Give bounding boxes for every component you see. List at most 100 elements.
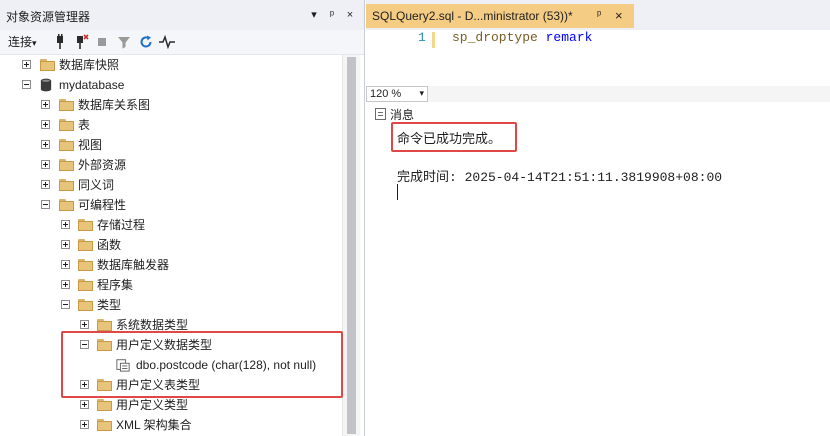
expand-icon[interactable] <box>80 420 89 429</box>
folder-icon <box>40 59 55 71</box>
tree-node[interactable]: 函数 <box>0 235 342 255</box>
tree-node[interactable]: 类型 <box>0 295 342 315</box>
tab-messages[interactable]: 消息 <box>390 106 414 123</box>
object-explorer-title-bar: 对象资源管理器 ▾ ᵖ × <box>0 0 364 31</box>
tab-pin-icon[interactable]: ᵖ <box>597 9 601 21</box>
database-icon <box>40 78 52 92</box>
object-explorer-title: 对象资源管理器 <box>6 10 91 24</box>
folder-icon <box>59 119 74 131</box>
expand-icon[interactable] <box>61 260 70 269</box>
expand-icon[interactable] <box>61 280 70 289</box>
stop-icon[interactable] <box>93 33 111 51</box>
disconnect-icon[interactable] <box>72 33 90 51</box>
text-caret <box>397 184 398 200</box>
tree-node-label: 可编程性 <box>78 198 127 212</box>
folder-icon <box>59 99 74 111</box>
folder-icon <box>97 319 112 331</box>
collapse-icon[interactable] <box>61 300 70 309</box>
tree-node[interactable]: 表 <box>0 115 342 135</box>
completion-time: 完成时间: 2025-04-14T21:51:11.3819908+08:00 <box>397 170 723 185</box>
connect-dropdown-icon[interactable]: ▾ <box>32 38 37 48</box>
tree-node-label: 表 <box>78 118 91 132</box>
folder-icon <box>78 219 93 231</box>
expand-icon[interactable] <box>80 320 89 329</box>
expand-icon[interactable] <box>41 180 50 189</box>
connect-button[interactable]: 连接▾ <box>8 33 37 51</box>
collapse-icon[interactable] <box>22 80 31 89</box>
zoom-bar <box>366 86 830 102</box>
dropdown-arrow-icon[interactable]: ▾ <box>306 6 322 24</box>
tab-title: SQLQuery2.sql - D...ministrator (53))* <box>372 9 573 23</box>
folder-icon <box>97 399 112 411</box>
zoom-dropdown-icon[interactable]: ▾ <box>419 88 424 99</box>
tree-node[interactable]: 数据库快照 <box>0 55 342 75</box>
tree-node-label: 数据库触发器 <box>97 258 170 272</box>
tree-node[interactable]: 视图 <box>0 135 342 155</box>
tree-node-label: 程序集 <box>97 278 134 292</box>
tree-node[interactable]: 存储过程 <box>0 215 342 235</box>
folder-icon <box>59 179 74 191</box>
filter-icon[interactable] <box>115 33 133 51</box>
folder-icon <box>78 259 93 271</box>
pin-icon[interactable]: ᵖ <box>324 6 340 24</box>
connect-plug-icon[interactable] <box>51 33 69 51</box>
document-tab-bar: SQLQuery2.sql - D...ministrator (53))* ᵖ… <box>366 0 830 32</box>
tree-node[interactable]: 外部资源 <box>0 155 342 175</box>
tree-node[interactable]: 数据库触发器 <box>0 255 342 275</box>
tree-node-label: 数据库关系图 <box>78 98 151 112</box>
tree-node[interactable]: 可编程性 <box>0 195 342 215</box>
highlight-box-user-defined-types <box>61 331 343 398</box>
results-tab-strip: 消息 <box>366 104 830 124</box>
tree-node-label: 同义词 <box>78 178 115 192</box>
tree-node-label: 数据库快照 <box>59 58 120 72</box>
tree-node-label: 视图 <box>78 138 103 152</box>
messages-icon <box>375 108 386 120</box>
object-explorer-toolbar: 连接▾ <box>0 30 364 55</box>
tree-node[interactable]: 数据库关系图 <box>0 95 342 115</box>
expand-icon[interactable] <box>61 240 70 249</box>
changed-line-marker <box>432 32 435 48</box>
folder-icon <box>78 239 93 251</box>
expand-icon[interactable] <box>22 60 31 69</box>
refresh-icon[interactable] <box>137 33 155 51</box>
tab-close-icon[interactable]: × <box>615 8 623 23</box>
close-icon[interactable]: × <box>342 6 358 24</box>
tab-sqlquery2[interactable]: SQLQuery2.sql - D...ministrator (53))* ᵖ… <box>366 4 634 28</box>
tree-node-label: mydatabase <box>59 78 125 92</box>
expand-icon[interactable] <box>80 400 89 409</box>
scrollbar-thumb[interactable] <box>347 57 356 434</box>
tree-node[interactable]: mydatabase <box>0 75 342 95</box>
expand-icon[interactable] <box>41 100 50 109</box>
tree-node-label: 用户定义类型 <box>116 398 189 412</box>
tree-node-label: XML 架构集合 <box>116 418 192 432</box>
zoom-value: 120 % <box>370 88 402 100</box>
query-document: SQLQuery2.sql - D...ministrator (53))* ᵖ… <box>366 0 830 436</box>
expand-icon[interactable] <box>41 120 50 129</box>
tree-node-label: 外部资源 <box>78 158 127 172</box>
tree-node-label: 类型 <box>97 298 122 312</box>
sql-editor[interactable]: 1 sp_droptype remark <box>366 30 830 86</box>
activity-monitor-icon[interactable] <box>158 33 176 51</box>
code-identifier: remark <box>537 30 593 45</box>
tree-node[interactable]: 同义词 <box>0 175 342 195</box>
tree-node[interactable]: XML 架构集合 <box>0 415 342 435</box>
zoom-select[interactable]: 120 % ▾ <box>366 86 428 102</box>
folder-icon <box>59 139 74 151</box>
folder-icon <box>78 279 93 291</box>
tree-vertical-scrollbar[interactable] <box>342 55 360 436</box>
connect-label: 连接 <box>8 35 33 49</box>
expand-icon[interactable] <box>41 140 50 149</box>
folder-icon <box>59 199 74 211</box>
highlight-box-message <box>391 122 517 152</box>
folder-icon <box>97 419 112 431</box>
expand-icon[interactable] <box>61 220 70 229</box>
line-number: 1 <box>418 30 426 45</box>
expand-icon[interactable] <box>41 160 50 169</box>
tree-node[interactable]: 程序集 <box>0 275 342 295</box>
code-keyword: sp_droptype <box>452 30 538 45</box>
tree-node-label: 存储过程 <box>97 218 146 232</box>
tree-node[interactable]: 用户定义类型 <box>0 395 342 415</box>
folder-icon <box>59 159 74 171</box>
collapse-icon[interactable] <box>41 200 50 209</box>
code-line[interactable]: sp_droptype remark <box>452 30 592 45</box>
